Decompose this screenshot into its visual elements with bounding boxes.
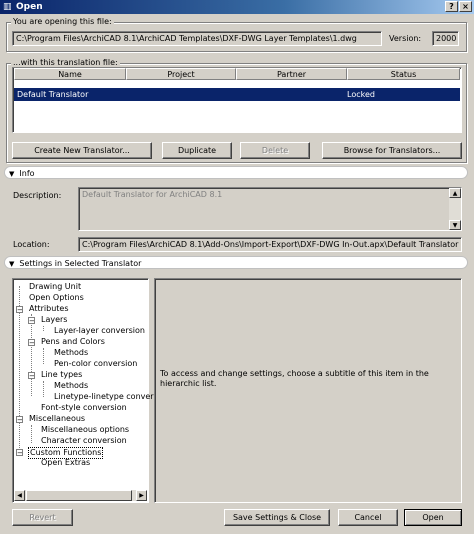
duplicate-button[interactable]: Duplicate — [162, 142, 232, 159]
app-icon: ▥ — [3, 2, 12, 12]
create-translator-button[interactable]: Create New Translator... — [12, 142, 152, 159]
scroll-left-icon[interactable]: ◀ — [14, 490, 25, 501]
scroll-down-icon[interactable]: ▼ — [449, 220, 461, 230]
info-section-header[interactable]: ▼ Info — [4, 166, 468, 179]
help-button[interactable]: ? — [445, 1, 458, 12]
tree-item-font-style-conversion[interactable]: Font-style conversion — [41, 403, 127, 413]
tree-line — [43, 326, 44, 331]
settings-section-label: Settings in Selected Translator — [19, 259, 142, 268]
tree-item-pens-colors[interactable]: Pens and Colors — [41, 337, 105, 347]
window-title: Open — [16, 2, 43, 12]
description-label: Description: — [13, 191, 62, 200]
location-label: Location: — [13, 240, 50, 249]
column-header-partner[interactable]: Partner — [236, 68, 347, 80]
tree-item-character-conversion[interactable]: Character conversion — [41, 436, 127, 446]
tree-item-linetype-conversion[interactable]: Linetype-linetype conversion — [54, 392, 170, 402]
file-path-field: C:\Program Files\ArchiCAD 8.1\ArchiCAD T… — [12, 31, 382, 46]
collapse-icon[interactable]: − — [16, 306, 23, 314]
tree-item-layers[interactable]: Layers — [41, 315, 67, 325]
settings-tree[interactable]: − − − − − − Drawing Unit Open Options At… — [12, 278, 170, 503]
column-header-status[interactable]: Status — [347, 68, 460, 80]
title-bar: ▥ Open ? × — [0, 0, 474, 14]
disclosure-triangle-icon: ▼ — [9, 260, 15, 268]
tree-line — [43, 348, 44, 364]
close-button[interactable]: × — [459, 1, 472, 12]
settings-detail-pane: To access and change settings, choose a … — [154, 278, 462, 503]
version-label: Version: — [389, 34, 422, 43]
description-field: Default Translator for ArchiCAD 8.1 ▲ ▼ — [78, 187, 462, 231]
delete-button[interactable]: Delete — [240, 142, 310, 159]
collapse-icon[interactable]: − — [28, 317, 35, 325]
collapse-icon[interactable]: − — [28, 339, 35, 347]
tree-item-layer-conversion[interactable]: Layer-layer conversion — [54, 326, 145, 336]
scroll-thumb[interactable] — [26, 490, 132, 501]
tree-item-line-types[interactable]: Line types — [41, 370, 82, 380]
tree-item-open-options[interactable]: Open Options — [29, 293, 84, 303]
description-text: Default Translator for ArchiCAD 8.1 — [82, 190, 223, 199]
column-header-name[interactable]: Name — [14, 68, 126, 80]
info-section-label: Info — [19, 169, 35, 178]
collapse-icon[interactable]: − — [16, 416, 23, 424]
settings-hint-text: To access and change settings, choose a … — [160, 369, 429, 388]
tree-item-miscellaneous-options[interactable]: Miscellaneous options — [41, 425, 129, 435]
tree-item-open-extras[interactable]: Open Extras — [41, 458, 90, 468]
row-status: Locked — [347, 90, 375, 99]
disclosure-triangle-icon: ▼ — [9, 170, 15, 178]
tree-item-drawing-unit[interactable]: Drawing Unit — [29, 282, 81, 292]
browse-translators-button[interactable]: Browse for Translators... — [322, 142, 462, 159]
file-legend: You are opening this file: — [11, 17, 114, 27]
open-button[interactable]: Open — [404, 509, 462, 526]
tree-line — [31, 314, 32, 396]
row-name: Default Translator — [17, 90, 89, 99]
collapse-icon[interactable]: − — [16, 449, 23, 457]
scroll-right-icon[interactable]: ▶ — [136, 490, 147, 501]
description-scrollbar[interactable]: ▲ ▼ — [449, 188, 461, 230]
tree-item-pen-methods[interactable]: Methods — [54, 348, 88, 358]
tree-line — [43, 381, 44, 397]
tree-item-miscellaneous[interactable]: Miscellaneous — [29, 414, 85, 424]
version-field: 2000 — [432, 31, 459, 46]
table-row[interactable]: Default Translator Locked — [14, 88, 460, 101]
scroll-up-icon[interactable]: ▲ — [449, 188, 461, 198]
tree-item-pen-color-conversion[interactable]: Pen-color conversion — [54, 359, 137, 369]
cancel-button[interactable]: Cancel — [338, 509, 398, 526]
column-header-project[interactable]: Project — [126, 68, 236, 80]
tree-item-line-methods[interactable]: Methods — [54, 381, 88, 391]
tree-item-attributes[interactable]: Attributes — [29, 304, 69, 314]
collapse-icon[interactable]: − — [28, 372, 35, 380]
save-settings-close-button[interactable]: Save Settings & Close — [224, 509, 330, 526]
tree-line — [31, 425, 32, 443]
revert-button[interactable]: Revert — [12, 509, 73, 526]
location-field: C:\Program Files\ArchiCAD 8.1\Add-Ons\Im… — [78, 237, 462, 252]
tree-horizontal-scrollbar[interactable]: ◀ ▶ — [14, 490, 147, 501]
settings-section-header[interactable]: ▼ Settings in Selected Translator — [4, 256, 468, 269]
